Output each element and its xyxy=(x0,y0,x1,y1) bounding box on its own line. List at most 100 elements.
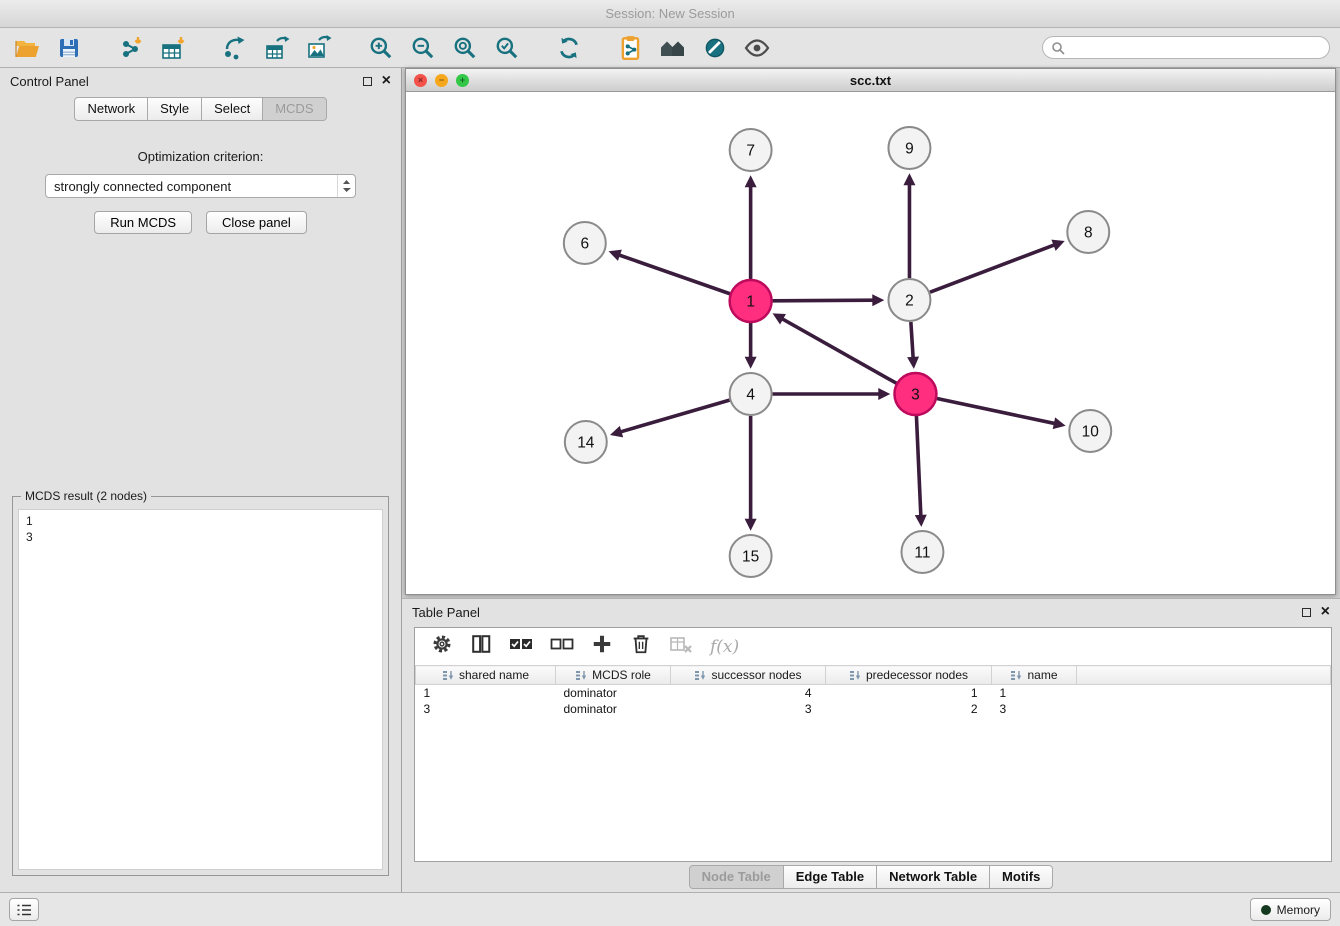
search-box[interactable] xyxy=(1042,36,1330,59)
import-table-icon[interactable] xyxy=(156,33,190,63)
node-10[interactable]: 10 xyxy=(1069,410,1111,452)
optimization-label: Optimization criterion: xyxy=(12,149,389,164)
node-3[interactable]: 3 xyxy=(894,373,936,415)
window-title: Session: New Session xyxy=(605,6,734,21)
edge-1-2[interactable] xyxy=(773,300,874,301)
svg-text:7: 7 xyxy=(746,142,755,159)
select-all-icon[interactable] xyxy=(509,635,533,658)
export-image-icon[interactable] xyxy=(302,33,336,63)
svg-text:4: 4 xyxy=(746,386,755,403)
table-tabs: Node TableEdge TableNetwork TableMotifs xyxy=(402,862,1340,892)
zoom-in-icon[interactable] xyxy=(364,33,398,63)
mcds-result-title: MCDS result (2 nodes) xyxy=(21,489,151,503)
tab-edge-table[interactable]: Edge Table xyxy=(783,865,877,889)
column-header-name[interactable]: name xyxy=(992,666,1077,685)
export-table-icon[interactable] xyxy=(260,33,294,63)
edge-2-8[interactable] xyxy=(930,245,1055,292)
minimize-window-icon[interactable]: − xyxy=(435,74,448,87)
zoom-out-icon[interactable] xyxy=(406,33,440,63)
float-panel-icon[interactable] xyxy=(1302,608,1311,617)
cell-predecessor-nodes[interactable]: 1 xyxy=(826,685,992,701)
tab-motifs[interactable]: Motifs xyxy=(989,865,1053,889)
node-14[interactable]: 14 xyxy=(565,421,607,463)
edge-3-11[interactable] xyxy=(916,416,920,516)
node-4[interactable]: 4 xyxy=(730,373,772,415)
delete-row-icon[interactable] xyxy=(630,633,652,660)
task-history-button[interactable] xyxy=(9,898,39,921)
network-canvas[interactable]: 7 9 6 8 1 2 4 3 10 14 15 11 xyxy=(406,92,1335,594)
table-row[interactable]: 1dominator411 xyxy=(416,685,1331,701)
tab-node-table[interactable]: Node Table xyxy=(689,865,784,889)
node-2[interactable]: 2 xyxy=(888,279,930,321)
tab-style[interactable]: Style xyxy=(147,97,202,121)
column-header-successor-nodes[interactable]: successor nodes xyxy=(671,666,826,685)
columns-icon[interactable] xyxy=(470,633,492,660)
node-9[interactable]: 9 xyxy=(888,127,930,169)
cell-name[interactable]: 3 xyxy=(992,701,1077,717)
gear-icon[interactable] xyxy=(431,633,453,660)
search-input[interactable] xyxy=(1070,40,1321,55)
edge-3-1[interactable] xyxy=(782,319,896,384)
style-brush-icon[interactable] xyxy=(698,33,732,63)
cell-MCDS-role[interactable]: dominator xyxy=(556,701,671,717)
edge-1-6[interactable] xyxy=(619,255,730,294)
column-header-MCDS-role[interactable]: MCDS role xyxy=(556,666,671,685)
node-8[interactable]: 8 xyxy=(1067,211,1109,253)
node-11[interactable]: 11 xyxy=(901,531,943,573)
node-15[interactable]: 15 xyxy=(730,535,772,577)
column-header-predecessor-nodes[interactable]: predecessor nodes xyxy=(826,666,992,685)
zoom-selected-icon[interactable] xyxy=(490,33,524,63)
refresh-layout-icon[interactable] xyxy=(552,33,586,63)
node-7[interactable]: 7 xyxy=(730,129,772,171)
float-panel-icon[interactable] xyxy=(363,77,372,86)
cell-predecessor-nodes[interactable]: 2 xyxy=(826,701,992,717)
close-panel-icon[interactable]: × xyxy=(382,75,391,87)
close-panel-icon[interactable]: × xyxy=(1321,606,1330,618)
mcds-panel: Optimization criterion: strongly connect… xyxy=(0,125,401,892)
eye-icon[interactable] xyxy=(740,33,774,63)
run-mcds-button[interactable]: Run MCDS xyxy=(94,211,192,234)
cell-shared-name[interactable]: 1 xyxy=(416,685,556,701)
edge-3-10[interactable] xyxy=(937,399,1055,424)
zoom-fit-icon[interactable] xyxy=(448,33,482,63)
cell-successor-nodes[interactable]: 4 xyxy=(671,685,826,701)
open-session-icon[interactable] xyxy=(10,33,44,63)
export-network-icon[interactable] xyxy=(218,33,252,63)
svg-text:2: 2 xyxy=(905,292,914,309)
clipboard-network-icon[interactable] xyxy=(614,33,648,63)
status-bar: Memory xyxy=(0,892,1340,926)
workspace: scc.txt × − + 7968124310141511 xyxy=(402,68,1340,892)
tab-network[interactable]: Network xyxy=(74,97,148,121)
optimization-select[interactable]: strongly connected component xyxy=(45,174,356,198)
table-toolbar: f(x) xyxy=(415,628,1331,665)
edge-2-3[interactable] xyxy=(911,322,913,358)
save-session-icon[interactable] xyxy=(52,33,86,63)
cell-shared-name[interactable]: 3 xyxy=(416,701,556,717)
column-header-shared-name[interactable]: shared name xyxy=(416,666,556,685)
deselect-all-icon[interactable] xyxy=(550,635,574,658)
maximize-window-icon[interactable]: + xyxy=(456,74,469,87)
node-6[interactable]: 6 xyxy=(564,222,606,264)
main-toolbar xyxy=(0,28,1340,68)
function-icon: f(x) xyxy=(710,637,739,657)
home-icon[interactable] xyxy=(656,33,690,63)
cell-MCDS-role[interactable]: dominator xyxy=(556,685,671,701)
import-network-icon[interactable] xyxy=(114,33,148,63)
cell-successor-nodes[interactable]: 3 xyxy=(671,701,826,717)
tab-select[interactable]: Select xyxy=(201,97,263,121)
network-window-titlebar: scc.txt × − + xyxy=(406,69,1335,92)
tab-network-table[interactable]: Network Table xyxy=(876,865,990,889)
table-row[interactable]: 3dominator323 xyxy=(416,701,1331,717)
memory-button[interactable]: Memory xyxy=(1250,898,1331,921)
cell-name[interactable]: 1 xyxy=(992,685,1077,701)
mcds-result-list[interactable]: 13 xyxy=(18,509,383,870)
edge-4-14[interactable] xyxy=(620,400,729,432)
close-window-icon[interactable]: × xyxy=(414,74,427,87)
control-panel-header: Control Panel × xyxy=(0,68,401,94)
svg-text:15: 15 xyxy=(742,548,759,565)
close-panel-button[interactable]: Close panel xyxy=(206,211,307,234)
search-icon xyxy=(1051,41,1065,55)
add-row-icon[interactable] xyxy=(591,633,613,660)
tab-mcds[interactable]: MCDS xyxy=(262,97,326,121)
node-1[interactable]: 1 xyxy=(730,280,772,322)
